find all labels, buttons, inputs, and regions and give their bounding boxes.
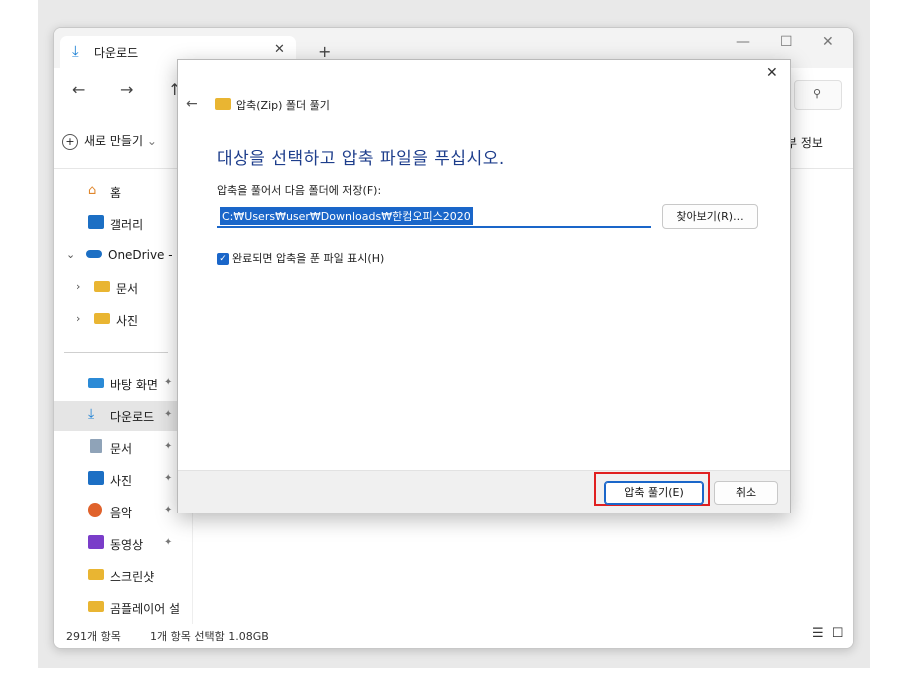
document-icon	[90, 439, 102, 453]
dialog-footer: 압축 풀기(E) 취소	[178, 470, 790, 513]
sidebar-item-home[interactable]: ⌂ 홈	[54, 177, 190, 207]
chevron-right-icon[interactable]: ›	[76, 280, 80, 293]
download-icon: ⤓	[72, 42, 79, 60]
folder-icon	[94, 313, 110, 324]
home-icon: ⌂	[88, 183, 97, 198]
sidebar-item-label: 홈	[110, 186, 122, 200]
sidebar-item-documents[interactable]: 문서 ✦	[54, 433, 190, 463]
show-files-checkbox[interactable]: ✓	[217, 253, 229, 265]
sidebar-item-label: 문서	[110, 442, 133, 456]
dialog-heading: 대상을 선택하고 압축 파일을 푸십시오.	[217, 149, 505, 169]
new-button[interactable]: + 새로 만들기 ⌄	[62, 132, 157, 150]
minimize-icon[interactable]: —	[736, 34, 750, 50]
pin-icon[interactable]: ✦	[164, 441, 172, 452]
sidebar-item-onedrive[interactable]: ⌄ OneDrive - P	[54, 241, 190, 271]
sidebar-item-od-documents[interactable]: › 문서	[54, 273, 190, 303]
tiles-view-icon[interactable]: ☐	[832, 626, 844, 641]
music-icon	[88, 503, 102, 517]
sidebar-item-label: 음악	[110, 506, 133, 520]
close-window-icon[interactable]: ✕	[822, 34, 834, 50]
pin-icon[interactable]: ✦	[164, 473, 172, 484]
sidebar-item-videos[interactable]: 동영상 ✦	[54, 529, 190, 559]
selection-info: 1개 항목 선택함 1.08GB	[150, 630, 269, 643]
navigation-pane: ⌂ 홈 갤러리 ⌄ OneDrive - P › 문서 › 사진 바탕 화면 ✦	[54, 169, 193, 624]
extract-button[interactable]: 압축 풀기(E)	[604, 481, 704, 505]
sidebar-item-label: 갤러리	[110, 218, 144, 232]
pin-icon[interactable]: ✦	[164, 377, 172, 388]
extract-zip-dialog: ✕ ← 압축(Zip) 폴더 풀기 대상을 선택하고 압축 파일을 푸십시오. …	[177, 59, 791, 513]
maximize-icon[interactable]: ☐	[780, 34, 793, 50]
tab-label: 다운로드	[94, 46, 139, 60]
sidebar-item-label: 다운로드	[110, 410, 155, 424]
cloud-icon	[86, 250, 102, 258]
status-bar: 291개 항목 1개 항목 선택함 1.08GB ☰ ☐	[54, 624, 853, 648]
item-count: 291개 항목	[66, 630, 121, 643]
desktop-icon	[88, 378, 104, 388]
details-button[interactable]: 부 정보	[786, 134, 823, 151]
sidebar-item-label: 스크린샷	[110, 570, 155, 584]
cancel-button[interactable]: 취소	[714, 481, 778, 505]
show-files-option[interactable]: ✓ 완료되면 압축을 푼 파일 표시(H)	[217, 250, 384, 266]
folder-icon	[88, 601, 104, 612]
pictures-icon	[88, 471, 104, 485]
sidebar-item-label: 곰플레이어 설	[110, 602, 181, 616]
sidebar-item-gomplayer[interactable]: 곰플레이어 설	[54, 593, 190, 623]
browse-button[interactable]: 찾아보기(R)...	[662, 204, 758, 229]
download-icon: ⤓	[88, 406, 95, 422]
sidebar-item-desktop[interactable]: 바탕 화면 ✦	[54, 369, 190, 399]
close-icon[interactable]: ✕	[766, 65, 778, 81]
chevron-down-icon: ⌄	[146, 134, 157, 148]
new-button-label: 새로 만들기	[84, 134, 144, 148]
video-icon	[88, 535, 104, 549]
sidebar-item-gallery[interactable]: 갤러리	[54, 209, 190, 239]
zip-folder-icon	[215, 98, 231, 110]
search-icon: ⚲	[813, 87, 822, 100]
folder-icon	[88, 569, 104, 580]
sidebar-item-label: 동영상	[110, 538, 144, 552]
search-box[interactable]: ⚲	[794, 80, 842, 110]
sidebar-item-downloads[interactable]: ⤓ 다운로드 ✦	[54, 401, 190, 431]
sidebar-item-label: 사진	[116, 314, 139, 328]
details-view-icon[interactable]: ☰	[812, 626, 824, 641]
destination-path-input[interactable]: C:₩Users₩user₩Downloads₩한컴오피스2020	[217, 204, 651, 228]
sidebar-item-label: OneDrive - P	[108, 248, 184, 262]
folder-icon	[94, 281, 110, 292]
forward-icon[interactable]: →	[120, 80, 133, 99]
sidebar-item-od-photos[interactable]: › 사진	[54, 305, 190, 335]
back-icon[interactable]: ←	[72, 80, 85, 99]
view-toggle: ☰ ☐	[812, 626, 843, 641]
sidebar-divider	[64, 352, 168, 353]
back-icon[interactable]: ←	[186, 96, 198, 112]
sidebar-item-music[interactable]: 음악 ✦	[54, 497, 190, 527]
pin-icon[interactable]: ✦	[164, 537, 172, 548]
gallery-icon	[88, 215, 104, 229]
destination-path-value: C:₩Users₩user₩Downloads₩한컴오피스2020	[220, 207, 473, 225]
chevron-right-icon[interactable]: ›	[76, 312, 80, 325]
destination-label: 압축을 풀어서 다음 폴더에 저장(F):	[217, 184, 382, 197]
sidebar-item-label: 바탕 화면	[110, 378, 158, 392]
sidebar-item-label: 문서	[116, 282, 139, 296]
chevron-down-icon[interactable]: ⌄	[66, 248, 75, 261]
plus-icon: +	[62, 134, 78, 150]
close-tab-icon[interactable]: ✕	[274, 42, 285, 57]
pin-icon[interactable]: ✦	[164, 409, 172, 420]
show-files-label: 완료되면 압축을 푼 파일 표시(H)	[232, 252, 385, 265]
sidebar-item-pictures[interactable]: 사진 ✦	[54, 465, 190, 495]
pin-icon[interactable]: ✦	[164, 505, 172, 516]
dialog-title: 압축(Zip) 폴더 풀기	[236, 99, 330, 112]
sidebar-item-screenshots[interactable]: 스크린샷	[54, 561, 190, 591]
sidebar-item-label: 사진	[110, 474, 133, 488]
